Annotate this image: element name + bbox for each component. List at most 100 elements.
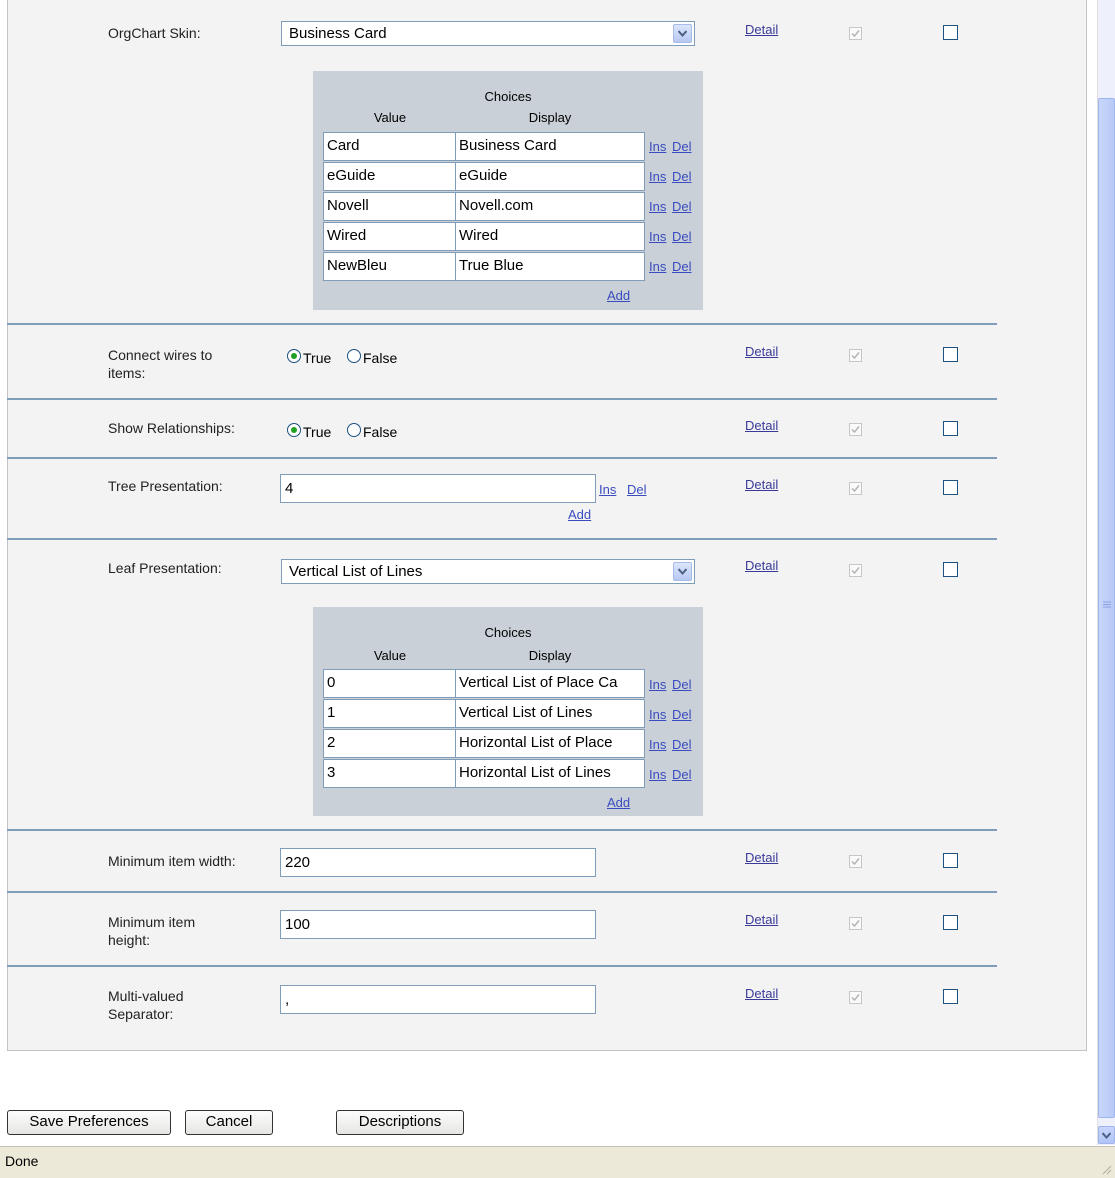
- show-relationships-false-radio[interactable]: [347, 423, 361, 437]
- save-preferences-button[interactable]: Save Preferences: [7, 1110, 171, 1135]
- choice-value-input[interactable]: 0: [323, 669, 457, 698]
- del-link[interactable]: Del: [672, 677, 692, 692]
- choices-value-header: Value: [373, 110, 407, 125]
- section-divider: [7, 457, 997, 459]
- add-choice-link[interactable]: Add: [607, 795, 630, 810]
- multi-valued-separator-lock-checkbox[interactable]: [943, 989, 958, 1004]
- orgchart-skin-lock-checkbox[interactable]: [943, 25, 958, 40]
- choice-display-input[interactable]: Novell.com: [455, 192, 645, 221]
- leaf-presentation-label: Leaf Presentation:: [108, 560, 222, 576]
- descriptions-button[interactable]: Descriptions: [336, 1110, 464, 1135]
- add-value-link[interactable]: Add: [568, 507, 591, 522]
- section-divider: [7, 538, 997, 540]
- del-link[interactable]: Del: [672, 229, 692, 244]
- del-link[interactable]: Del: [672, 767, 692, 782]
- del-link[interactable]: Del: [672, 139, 692, 154]
- orgchart-skin-label: OrgChart Skin:: [108, 25, 201, 41]
- scrollbar-thumb[interactable]: [1098, 98, 1115, 1118]
- orgchart-skin-selected: Business Card: [289, 25, 387, 42]
- choice-display-input[interactable]: eGuide: [455, 162, 645, 191]
- ins-link[interactable]: Ins: [649, 737, 666, 752]
- min-item-height-input[interactable]: 100: [280, 910, 596, 939]
- show-relationships-lock-checkbox[interactable]: [943, 421, 958, 436]
- tree-presentation-lock-checkbox[interactable]: [943, 480, 958, 495]
- min-item-height-label-line2: height:: [108, 932, 151, 948]
- choice-value-input[interactable]: 1: [323, 699, 457, 728]
- chevron-down-icon[interactable]: [673, 24, 692, 43]
- choice-display-input[interactable]: Vertical List of Place Ca: [455, 669, 645, 698]
- del-link[interactable]: Del: [627, 482, 647, 497]
- choice-display-input[interactable]: Vertical List of Lines: [455, 699, 645, 728]
- min-item-height-lock-checkbox[interactable]: [943, 915, 958, 930]
- connect-wires-detail-link[interactable]: Detail: [745, 344, 778, 359]
- leaf-presentation-detail-link[interactable]: Detail: [745, 558, 778, 573]
- ins-link[interactable]: Ins: [649, 169, 666, 184]
- cancel-button[interactable]: Cancel: [185, 1110, 273, 1135]
- min-item-width-detail-link[interactable]: Detail: [745, 850, 778, 865]
- choice-value-input[interactable]: Novell: [323, 192, 457, 221]
- min-item-height-inherit-checkbox: [849, 917, 862, 930]
- del-link[interactable]: Del: [672, 169, 692, 184]
- tree-presentation-input[interactable]: 4: [280, 474, 596, 503]
- min-item-height-detail-link[interactable]: Detail: [745, 912, 778, 927]
- resize-grip-icon[interactable]: [1101, 1164, 1112, 1175]
- add-choice-link[interactable]: Add: [607, 288, 630, 303]
- ins-link[interactable]: Ins: [649, 229, 666, 244]
- choice-display-input[interactable]: Business Card: [455, 132, 645, 161]
- choices-display-header: Display: [528, 648, 572, 663]
- tree-presentation-label: Tree Presentation:: [108, 478, 223, 494]
- min-item-width-lock-checkbox[interactable]: [943, 853, 958, 868]
- choice-display-input[interactable]: Wired: [455, 222, 645, 251]
- choices-title: Choices: [484, 625, 532, 640]
- show-relationships-label: Show Relationships:: [108, 420, 235, 436]
- chevron-down-icon[interactable]: [673, 562, 692, 581]
- leaf-presentation-inherit-checkbox: [849, 564, 862, 577]
- ins-link[interactable]: Ins: [649, 259, 666, 274]
- connect-wires-lock-checkbox[interactable]: [943, 347, 958, 362]
- del-link[interactable]: Del: [672, 259, 692, 274]
- min-item-height-label: Minimum item height:: [108, 913, 195, 949]
- choice-display-input[interactable]: Horizontal List of Place: [455, 729, 645, 758]
- choice-value-input[interactable]: Card: [323, 132, 457, 161]
- del-link[interactable]: Del: [672, 737, 692, 752]
- multi-valued-separator-inherit-checkbox: [849, 991, 862, 1004]
- choice-value-input[interactable]: NewBleu: [323, 252, 457, 281]
- ins-link[interactable]: Ins: [649, 677, 666, 692]
- leaf-presentation-choices-table: Choices Value Display 0 Vertical List of…: [313, 607, 703, 816]
- leaf-presentation-select[interactable]: Vertical List of Lines: [281, 559, 695, 584]
- choice-value-input[interactable]: 2: [323, 729, 457, 758]
- min-item-width-input[interactable]: 220: [280, 848, 596, 877]
- choice-value-input[interactable]: Wired: [323, 222, 457, 251]
- choice-value-input[interactable]: 3: [323, 759, 457, 788]
- ins-link[interactable]: Ins: [649, 767, 666, 782]
- ins-link[interactable]: Ins: [649, 707, 666, 722]
- scroll-down-button[interactable]: [1098, 1126, 1115, 1144]
- leaf-presentation-lock-checkbox[interactable]: [943, 562, 958, 577]
- connect-wires-inherit-checkbox: [849, 349, 862, 362]
- connect-wires-true-label: True: [303, 350, 332, 366]
- choice-display-input[interactable]: True Blue: [455, 252, 645, 281]
- choice-value-input[interactable]: eGuide: [323, 162, 457, 191]
- section-divider: [7, 829, 997, 831]
- tree-presentation-inherit-checkbox: [849, 482, 862, 495]
- show-relationships-true-radio[interactable]: [287, 423, 301, 437]
- tree-presentation-detail-link[interactable]: Detail: [745, 477, 778, 492]
- del-link[interactable]: Del: [672, 707, 692, 722]
- ins-link[interactable]: Ins: [599, 482, 616, 497]
- choice-display-input[interactable]: Horizontal List of Lines: [455, 759, 645, 788]
- section-divider: [7, 323, 997, 325]
- del-link[interactable]: Del: [672, 199, 692, 214]
- multi-valued-separator-input[interactable]: ,: [280, 985, 596, 1014]
- connect-wires-true-radio[interactable]: [287, 349, 301, 363]
- grip-icon: [1103, 601, 1111, 608]
- section-divider: [7, 965, 997, 967]
- ins-link[interactable]: Ins: [649, 199, 666, 214]
- choices-title: Choices: [484, 89, 532, 104]
- show-relationships-detail-link[interactable]: Detail: [745, 418, 778, 433]
- connect-wires-false-radio[interactable]: [347, 349, 361, 363]
- multi-valued-separator-detail-link[interactable]: Detail: [745, 986, 778, 1001]
- orgchart-skin-detail-link[interactable]: Detail: [745, 22, 778, 37]
- orgchart-skin-select[interactable]: Business Card: [281, 21, 695, 46]
- multi-valued-separator-label-line2: Separator:: [108, 1006, 174, 1022]
- ins-link[interactable]: Ins: [649, 139, 666, 154]
